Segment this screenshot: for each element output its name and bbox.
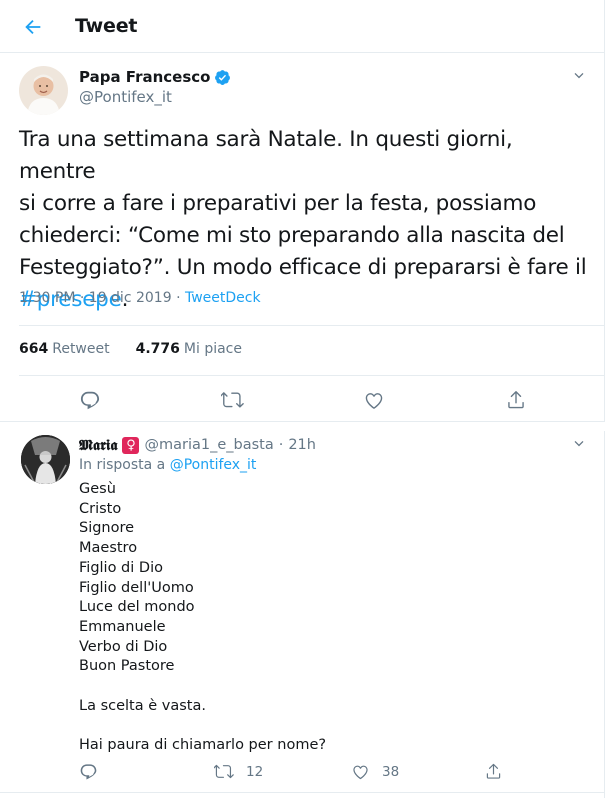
tweet-text-line: Festeggiato?”. Un modo efficace di prepa…: [19, 255, 587, 280]
reply-line: Buon Pastore: [79, 658, 175, 675]
pope-portrait-image: [19, 66, 68, 115]
reply-line: Cristo: [79, 500, 122, 517]
reply-line: Gesù: [79, 481, 116, 497]
tweet-text-line: chiederci: “Come mi sto preparando alla …: [19, 223, 565, 248]
tweet-page: Tweet Papa Francesco @Pontifex_it Tra un…: [0, 0, 605, 798]
like-icon: [365, 393, 383, 409]
reply-button[interactable]: [78, 388, 102, 412]
reply-retweet-button[interactable]: 12: [214, 762, 263, 782]
author-name[interactable]: Papa Francesco: [79, 68, 210, 86]
divider: [0, 792, 605, 793]
share-icon: [508, 391, 524, 409]
reply-line: Luce del mondo: [79, 599, 195, 616]
chevron-down-icon: [574, 73, 584, 79]
author-avatar[interactable]: [19, 66, 68, 115]
in-reply-mention[interactable]: @Pontifex_it: [170, 457, 257, 473]
likes-stat[interactable]: 4.776 Mi piace: [136, 341, 242, 357]
tweet-source-link[interactable]: TweetDeck: [185, 290, 261, 306]
author-name-row[interactable]: Papa Francesco: [79, 68, 231, 86]
meta-separator: ·: [278, 437, 284, 453]
tweet-actions: [0, 388, 605, 412]
divider: [19, 375, 605, 376]
share-icon: [486, 763, 501, 779]
reply-like-button[interactable]: 38: [351, 762, 399, 781]
retweet-icon: [214, 764, 234, 779]
reply-line: Maestro: [79, 540, 138, 557]
reply-line: Hai paura di chiamarlo per nome?: [79, 737, 327, 754]
back-button[interactable]: [18, 12, 48, 42]
tweet-text-line: Tra una settimana sarà Natale. In questi…: [19, 127, 513, 184]
share-button[interactable]: [504, 388, 528, 412]
in-reply-to: In risposta a @Pontifex_it: [79, 457, 256, 473]
verified-badge-icon: [215, 69, 231, 85]
retweets-stat[interactable]: 664 Retweet: [19, 341, 110, 357]
reply-reply-button[interactable]: [79, 762, 98, 781]
likes-count: 4.776: [135, 341, 180, 357]
reply-like-count: 38: [382, 763, 400, 780]
retweet-button[interactable]: [220, 388, 244, 412]
chevron-down-icon: [574, 441, 584, 447]
meta-separator: ·: [176, 290, 185, 306]
tweet-stats: 664 Retweet 4.776 Mi piace: [19, 341, 242, 357]
reply-line: Emmanuele: [79, 618, 166, 635]
reply-share-button[interactable]: [484, 762, 503, 781]
reply-author-avatar[interactable]: [21, 435, 70, 484]
tweet-text-line: si corre a fare i preparativi per la fes…: [19, 191, 537, 216]
reply-menu-button[interactable]: [569, 434, 589, 454]
retweets-label: Retweet: [52, 341, 110, 357]
page-header: Tweet: [0, 0, 605, 53]
reply-icon: [80, 391, 100, 410]
reply-line: La scelta è vasta.: [79, 697, 206, 714]
divider: [19, 325, 605, 326]
reply-line: Figlio di Dio: [79, 559, 163, 576]
tweet-menu-button[interactable]: [569, 66, 589, 86]
reply-line: Verbo di Dio: [79, 638, 168, 655]
like-button[interactable]: [362, 388, 386, 412]
reply-blank-line: [79, 677, 326, 697]
retweets-count: 664: [19, 341, 49, 357]
reply-avatar-image: [21, 435, 70, 484]
in-reply-prefix: In risposta a: [79, 457, 166, 473]
likes-label: Mi piace: [183, 341, 242, 357]
divider: [0, 421, 605, 431]
reply-actions: 12 38: [0, 762, 605, 784]
tweet-date[interactable]: 19 dic 2019: [89, 290, 172, 306]
reply-line: Figlio dell'Uomo: [79, 579, 194, 596]
female-sign-icon: ♀: [122, 436, 140, 454]
reply-time[interactable]: 21h: [288, 437, 316, 453]
meta-separator: ·: [79, 290, 89, 306]
tweet-meta: 1:30 PM · 19 dic 2019 · TweetDeck: [19, 290, 261, 306]
reply-line: Signore: [79, 520, 135, 537]
reply-header: 𝕸𝖆𝖗𝖎𝖆 ♀ @maria1_e_basta · 21h: [79, 436, 316, 454]
reply-text: Gesù Cristo Signore Maestro Figlio di Di…: [79, 480, 326, 756]
reply-author-handle[interactable]: @maria1_e_basta: [144, 437, 273, 453]
tweet-text: Tra una settimana sarà Natale. In questi…: [19, 124, 591, 316]
like-icon: [353, 765, 368, 780]
page-title: Tweet: [75, 15, 138, 37]
reply-author-name[interactable]: 𝕸𝖆𝖗𝖎𝖆: [79, 436, 117, 454]
tweet-time[interactable]: 1:30 PM: [19, 290, 75, 306]
retweet-icon: [220, 391, 244, 408]
back-arrow-icon: [25, 19, 41, 35]
author-handle[interactable]: @Pontifex_it: [79, 88, 172, 106]
reply-retweet-count: 12: [246, 764, 264, 780]
reply-icon: [80, 764, 97, 780]
reply-blank-line: [79, 716, 326, 736]
